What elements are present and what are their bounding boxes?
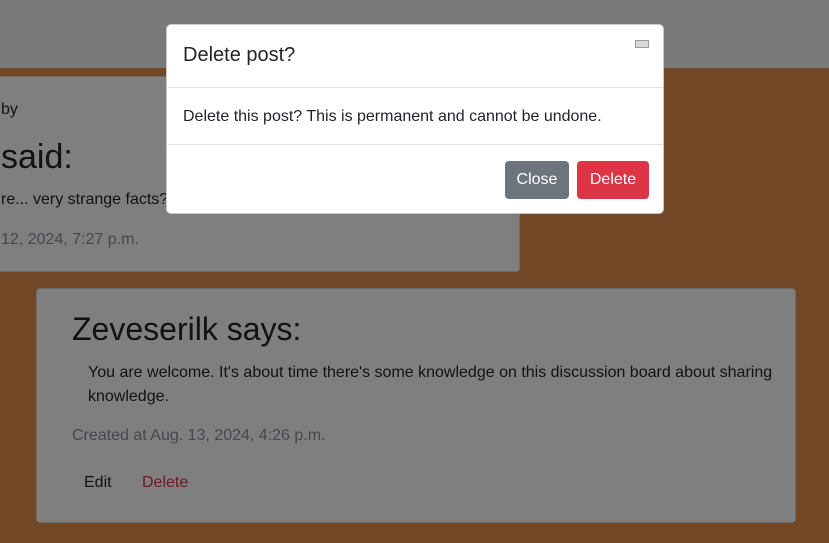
confirm-delete-button[interactable]: Delete bbox=[577, 161, 649, 199]
modal-header: Delete post? bbox=[167, 25, 663, 88]
modal-message: Delete this post? This is permanent and … bbox=[183, 108, 602, 125]
close-icon[interactable] bbox=[635, 40, 649, 48]
close-button[interactable]: Close bbox=[505, 161, 569, 199]
modal-footer: Close Delete bbox=[167, 144, 663, 214]
modal-title: Delete post? bbox=[183, 44, 296, 66]
delete-post-modal: Delete post? Delete this post? This is p… bbox=[166, 24, 664, 214]
